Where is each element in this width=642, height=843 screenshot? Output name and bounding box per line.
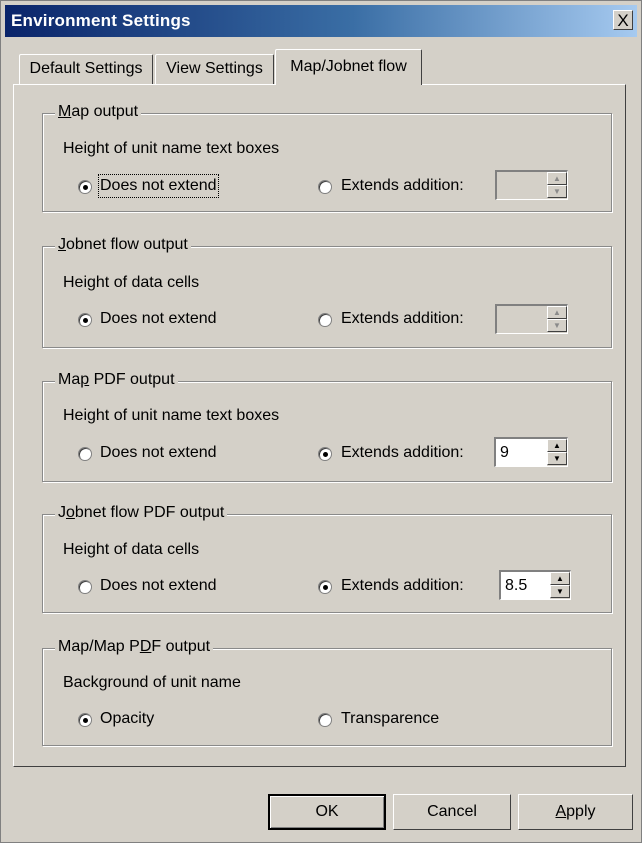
- does-not-extend-radio[interactable]: [78, 180, 92, 194]
- extends-addition-spinbox[interactable]: ▲ ▼: [495, 304, 568, 334]
- spin-buttons: ▲ ▼: [547, 172, 567, 199]
- spin-up-button[interactable]: ▲: [547, 439, 567, 452]
- apply-button-label: Apply: [555, 803, 596, 820]
- extends-addition-spinbox[interactable]: 9 ▲ ▼: [494, 437, 568, 467]
- tab-map-jobnet-flow[interactable]: Map/Jobnet flow: [275, 49, 422, 85]
- does-not-extend-label[interactable]: Does not extend: [100, 443, 217, 463]
- extends-addition-radio[interactable]: [318, 447, 332, 461]
- spin-up-button[interactable]: ▲: [547, 306, 567, 319]
- extends-addition-label[interactable]: Extends addition:: [341, 309, 464, 329]
- extends-addition-label[interactable]: Extends addition:: [341, 443, 464, 463]
- does-not-extend-label[interactable]: Does not extend: [98, 174, 219, 198]
- spin-down-button[interactable]: ▼: [547, 319, 567, 332]
- extends-addition-radio[interactable]: [318, 580, 332, 594]
- spin-value[interactable]: 9: [500, 443, 509, 463]
- tab-label: Default Settings: [29, 60, 143, 77]
- tab-label: Map/Jobnet flow: [290, 58, 407, 75]
- map-map-pdf-output-group: Map/Map PDF output Background of unit na…: [42, 637, 612, 746]
- opacity-label[interactable]: Opacity: [100, 709, 154, 729]
- does-not-extend-radio[interactable]: [78, 580, 92, 594]
- spin-down-button[interactable]: ▼: [550, 585, 570, 598]
- map-output-group: Map output Height of unit name text boxe…: [42, 102, 612, 212]
- group-legend: Map output: [55, 102, 142, 122]
- does-not-extend-label[interactable]: Does not extend: [100, 309, 217, 329]
- spin-up-button[interactable]: ▲: [550, 572, 570, 585]
- group-sublabel: Height of unit name text boxes: [63, 140, 280, 157]
- does-not-extend-radio[interactable]: [78, 313, 92, 327]
- extends-addition-spinbox[interactable]: ▲ ▼: [495, 170, 568, 200]
- group-sublabel: Background of unit name: [63, 674, 241, 691]
- title-bar[interactable]: Environment Settings X: [5, 5, 637, 37]
- spin-buttons: ▲ ▼: [550, 572, 570, 599]
- spin-buttons: ▲ ▼: [547, 439, 567, 466]
- group-legend: Jobnet flow output: [55, 235, 191, 255]
- window-title: Environment Settings: [11, 11, 191, 30]
- extends-addition-label[interactable]: Extends addition:: [341, 576, 464, 596]
- ok-button[interactable]: OK: [268, 794, 386, 830]
- extends-addition-radio[interactable]: [318, 313, 332, 327]
- spin-buttons: ▲ ▼: [547, 306, 567, 333]
- transparence-label[interactable]: Transparence: [341, 709, 439, 729]
- group-legend: Map/Map PDF output: [55, 637, 214, 657]
- opacity-radio[interactable]: [78, 713, 92, 727]
- jobnet-flow-output-group: Jobnet flow output Height of data cells …: [42, 235, 612, 348]
- tab-default-settings[interactable]: Default Settings: [19, 54, 153, 86]
- ok-button-label: OK: [315, 803, 339, 820]
- does-not-extend-label[interactable]: Does not extend: [100, 576, 217, 596]
- spin-up-button[interactable]: ▲: [547, 172, 567, 185]
- group-sublabel: Height of data cells: [63, 274, 200, 291]
- tab-view-settings[interactable]: View Settings: [155, 54, 274, 86]
- environment-settings-dialog: Environment Settings X Default Settings …: [0, 0, 642, 843]
- spin-down-button[interactable]: ▼: [547, 452, 567, 465]
- group-sublabel: Height of unit name text boxes: [63, 407, 280, 424]
- extends-addition-spinbox[interactable]: 8.5 ▲ ▼: [499, 570, 571, 600]
- group-sublabel: Height of data cells: [63, 541, 200, 558]
- spin-value[interactable]: 8.5: [505, 576, 527, 596]
- tab-label: View Settings: [166, 60, 263, 77]
- does-not-extend-radio[interactable]: [78, 447, 92, 461]
- group-legend: Jobnet flow PDF output: [55, 503, 228, 523]
- group-legend: Map PDF output: [55, 370, 178, 390]
- extends-addition-label[interactable]: Extends addition:: [341, 176, 464, 196]
- jobnet-flow-pdf-output-group: Jobnet flow PDF output Height of data ce…: [42, 503, 612, 613]
- spin-down-button[interactable]: ▼: [547, 185, 567, 198]
- transparence-radio[interactable]: [318, 713, 332, 727]
- close-button[interactable]: X: [613, 10, 633, 30]
- map-pdf-output-group: Map PDF output Height of unit name text …: [42, 370, 612, 482]
- cancel-button[interactable]: Cancel: [393, 794, 511, 830]
- apply-button[interactable]: Apply: [518, 794, 633, 830]
- extends-addition-radio[interactable]: [318, 180, 332, 194]
- cancel-button-label: Cancel: [427, 803, 477, 820]
